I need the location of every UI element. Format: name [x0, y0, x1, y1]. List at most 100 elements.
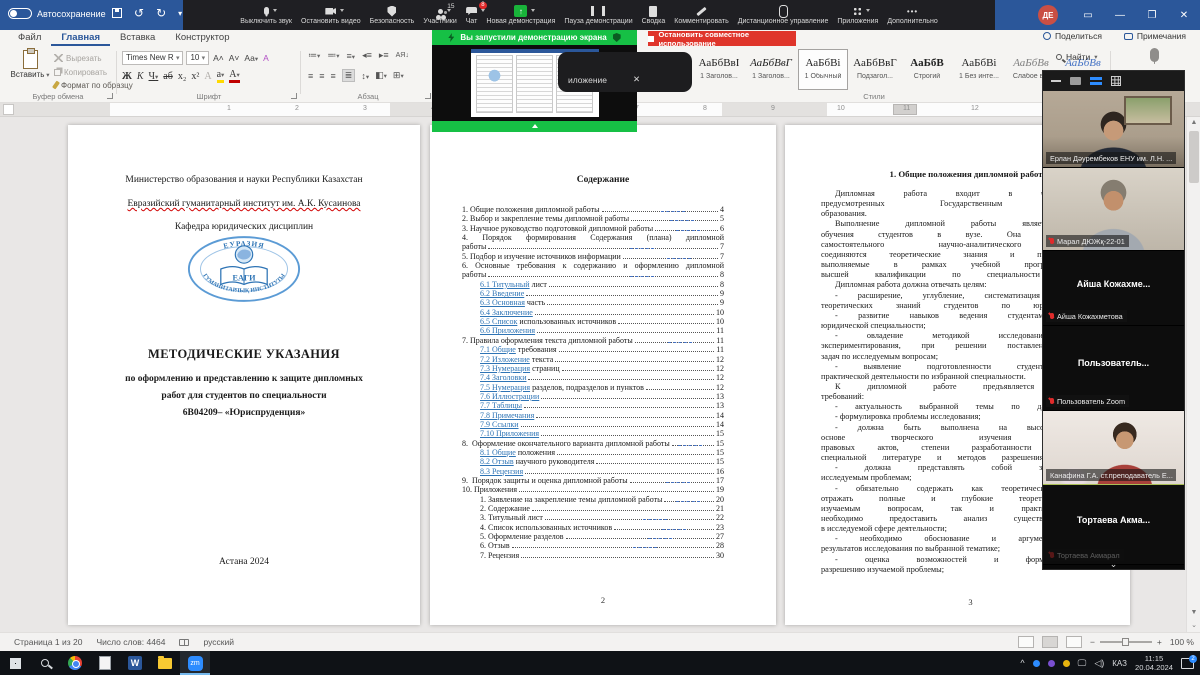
- minimize-button[interactable]: —: [1104, 0, 1136, 30]
- scroll-thumb[interactable]: [1189, 131, 1199, 183]
- indent-button[interactable]: ▸≡: [379, 50, 389, 61]
- outdent-button[interactable]: ◂≡: [362, 50, 372, 61]
- scroll-down-icon[interactable]: ▼: [1187, 609, 1200, 616]
- comments-button[interactable]: Примечания: [1124, 31, 1186, 41]
- tray-expand-icon[interactable]: ^: [1020, 658, 1024, 668]
- zoom-toolbar-button[interactable]: Остановить видео: [301, 5, 361, 25]
- shrink-font-button[interactable]: А˅: [228, 53, 241, 63]
- toc-link[interactable]: 7.4 Заголовки: [480, 373, 526, 382]
- taskbar-explorer-icon[interactable]: [150, 651, 180, 675]
- taskbar-zoom-icon[interactable]: zm: [180, 651, 210, 675]
- borders-button[interactable]: ⊞▾: [393, 70, 404, 81]
- zoom-slider-knob[interactable]: [1122, 638, 1129, 646]
- zoom-out-button[interactable]: −: [1090, 637, 1095, 647]
- align-right-button[interactable]: ≡: [331, 71, 336, 81]
- language-switcher[interactable]: КАЗ: [1112, 659, 1127, 668]
- align-center-button[interactable]: ≡: [319, 71, 324, 81]
- toc-link[interactable]: 7.5 Нумерация: [480, 383, 530, 392]
- justify-button[interactable]: ≣: [342, 69, 356, 82]
- participant-tile[interactable]: Ерлан Дәурембеков ЕНУ им. Л.Н. ...: [1043, 91, 1184, 168]
- align-left-button[interactable]: ≡: [308, 71, 313, 81]
- gallery-view-icon[interactable]: [1111, 76, 1121, 86]
- style-card[interactable]: АаБбВвГ 1 Заголов...: [746, 49, 796, 90]
- taskbar-search-button[interactable]: [30, 651, 60, 675]
- vertical-scrollbar[interactable]: ▲ ▼ ⌄: [1186, 117, 1200, 632]
- document-page-2[interactable]: Содержание 1. Общие положения дипломной …: [430, 125, 776, 625]
- style-card[interactable]: АаБбВі 1 Без инте...: [954, 49, 1004, 90]
- taskbar-word-icon[interactable]: W: [120, 651, 150, 675]
- zoom-toolbar-button[interactable]: 15 Участники: [423, 5, 456, 25]
- font-name-select[interactable]: Times New R ▾: [122, 51, 183, 65]
- print-layout-icon[interactable]: [1042, 636, 1058, 648]
- toc-link[interactable]: 6.1 Титульный: [480, 280, 530, 289]
- dialog-launcher-icon[interactable]: [425, 93, 431, 99]
- style-card[interactable]: АаБбВі 1 Обычный: [798, 49, 848, 90]
- popup-close-icon[interactable]: ✕: [633, 74, 640, 85]
- toc-link[interactable]: 7.9 Ссылки: [480, 420, 519, 429]
- text-effects-button[interactable]: А: [204, 71, 211, 82]
- zoom-slider[interactable]: [1100, 641, 1152, 643]
- next-page-icon[interactable]: ⌄: [1187, 621, 1200, 629]
- grow-font-button[interactable]: А˄: [212, 53, 225, 63]
- stop-share-button[interactable]: Остановить совместное использование: [648, 31, 796, 46]
- action-center-icon[interactable]: 2: [1181, 658, 1194, 669]
- zoom-toolbar-button[interactable]: Дистанционное управление: [738, 5, 829, 25]
- collapse-banner-button[interactable]: [432, 121, 637, 132]
- toc-link[interactable]: 6.4 Заключение: [480, 308, 533, 317]
- participant-tile[interactable]: Канафина Г.А. ст.преподаватель Е...: [1043, 411, 1184, 485]
- taskbar-chrome-icon[interactable]: [60, 651, 90, 675]
- dialog-launcher-icon[interactable]: [291, 93, 297, 99]
- participant-tile[interactable]: Марал ДЮЖқ-22-01: [1043, 168, 1184, 251]
- toc-link[interactable]: 7.10 Приложения: [480, 429, 539, 438]
- paste-button[interactable]: Вставить ▾: [10, 50, 50, 79]
- multilevel-list-button[interactable]: ≡▾: [347, 51, 356, 61]
- toc-link[interactable]: 7.1 Общие: [480, 345, 516, 354]
- participant-tile[interactable]: Тортаева Акма... Тортаева Акмарал: [1043, 485, 1184, 565]
- ribbon-tab[interactable]: Файл: [8, 30, 51, 46]
- tab-selector[interactable]: [3, 104, 14, 115]
- toc-link[interactable]: 7.2 Изложение: [480, 355, 530, 364]
- zoom-toolbar-button[interactable]: Сводка: [642, 5, 666, 25]
- subscript-button[interactable]: x₂: [178, 71, 187, 82]
- highlight-button[interactable]: а▾: [217, 70, 225, 83]
- proofing-icon[interactable]: [179, 639, 189, 646]
- word-count[interactable]: Число слов: 4464: [96, 637, 165, 647]
- toc-link[interactable]: 6.6 Приложения: [480, 326, 535, 335]
- italic-button[interactable]: К: [137, 71, 144, 82]
- redo-button[interactable]: ↻: [156, 6, 166, 20]
- participant-tile[interactable]: Айша Кожахме... Айша Кожахметова: [1043, 251, 1184, 326]
- zoom-in-button[interactable]: +: [1157, 637, 1162, 647]
- zoom-toolbar-button[interactable]: Безопасность: [370, 5, 415, 25]
- window-view-icon[interactable]: [1070, 77, 1081, 85]
- numbering-button[interactable]: ≕▾: [327, 50, 339, 61]
- find-button[interactable]: Найти▾: [1056, 52, 1098, 62]
- toc-link[interactable]: 8.3 Рецензия: [480, 467, 523, 476]
- ribbon-tab[interactable]: Вставка: [110, 30, 165, 46]
- toc-link[interactable]: 8.1 Общие: [480, 448, 516, 457]
- strikethrough-button[interactable]: аб: [163, 71, 173, 82]
- underline-button[interactable]: Ч▾: [149, 71, 159, 82]
- font-size-select[interactable]: 10 ▾: [186, 51, 209, 65]
- toc-link[interactable]: 7.3 Нумерация: [480, 364, 530, 373]
- zoom-level[interactable]: 100 %: [1170, 637, 1194, 647]
- undo-button[interactable]: ↺: [134, 6, 144, 20]
- speaker-view-icon[interactable]: [1090, 77, 1102, 80]
- zoom-toolbar-button[interactable]: Приложения: [837, 5, 878, 25]
- restore-button[interactable]: ❐: [1136, 0, 1168, 30]
- language-indicator[interactable]: русский: [203, 637, 234, 647]
- zoom-toolbar-button[interactable]: Пауза демонстрации: [564, 5, 632, 25]
- qat-customize-icon[interactable]: ▾: [178, 9, 182, 18]
- tray-icon-3[interactable]: [1063, 660, 1070, 667]
- account-avatar[interactable]: ДЕ: [1038, 5, 1058, 25]
- toc-link[interactable]: 7.6 Иллюстрации: [480, 392, 539, 401]
- read-mode-icon[interactable]: [1018, 636, 1034, 648]
- zoom-toolbar-button[interactable]: Новая демонстрация: [486, 5, 555, 25]
- clear-format-button[interactable]: А: [262, 53, 270, 63]
- taskbar-notepad-icon[interactable]: [90, 651, 120, 675]
- toc-link[interactable]: 6.5 Список: [480, 317, 517, 326]
- shading-button[interactable]: ◧▾: [375, 70, 387, 81]
- network-icon[interactable]: 🖵: [1078, 658, 1087, 669]
- toc-link[interactable]: 7.7 Таблицы: [480, 401, 522, 410]
- web-layout-icon[interactable]: [1066, 636, 1082, 648]
- share-button[interactable]: Поделиться: [1043, 31, 1102, 41]
